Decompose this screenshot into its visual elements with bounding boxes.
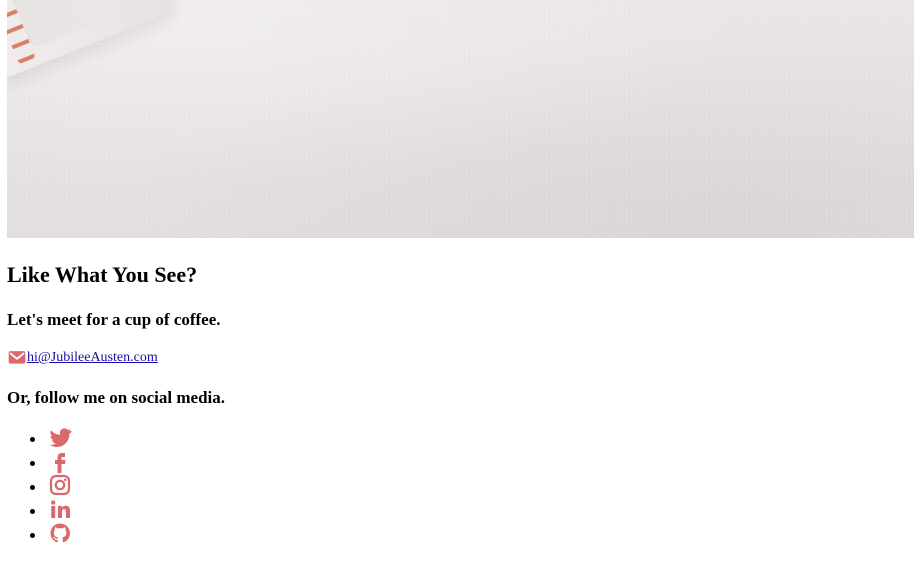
email-link[interactable]: hi@JubileeAusten.com bbox=[27, 349, 158, 367]
page-title: Like What You See? bbox=[7, 262, 198, 287]
list-bullet bbox=[30, 509, 35, 514]
list-bullet bbox=[30, 485, 35, 490]
hero-texture bbox=[7, 0, 914, 238]
twitter-icon[interactable] bbox=[47, 425, 73, 449]
github-icon[interactable] bbox=[47, 521, 73, 545]
social-item-facebook bbox=[27, 449, 73, 473]
social-item-github bbox=[27, 521, 73, 545]
coffee-invite-text: Let's meet for a cup of coffee. bbox=[7, 310, 221, 329]
envelope-icon bbox=[7, 349, 27, 367]
email-row: hi@JubileeAusten.com bbox=[7, 348, 158, 368]
social-item-instagram bbox=[27, 473, 73, 497]
linkedin-icon[interactable] bbox=[47, 497, 73, 521]
social-item-twitter bbox=[27, 425, 73, 449]
hero-image bbox=[7, 0, 914, 238]
instagram-icon[interactable] bbox=[47, 473, 73, 497]
list-bullet bbox=[30, 461, 35, 466]
list-bullet bbox=[30, 533, 35, 538]
list-bullet bbox=[30, 437, 35, 442]
social-item-linkedin bbox=[27, 497, 73, 521]
social-links-list bbox=[27, 425, 73, 545]
social-invite-text: Or, follow me on social media. bbox=[7, 388, 225, 407]
facebook-icon[interactable] bbox=[47, 449, 73, 473]
